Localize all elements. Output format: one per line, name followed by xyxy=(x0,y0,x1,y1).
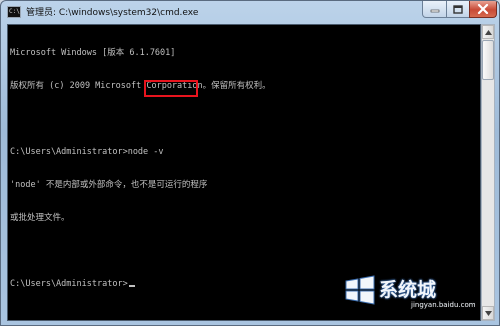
command-highlight-box xyxy=(144,80,198,97)
console-lines: Microsoft Windows [版本 6.1.7601] 版权所有 (c)… xyxy=(10,26,271,312)
console-line: 'node' 不是内部或外部命令，也不是可运行的程序 xyxy=(10,180,208,190)
maximize-button[interactable] xyxy=(446,1,470,18)
watermark-brand: 系统城 xyxy=(379,279,437,301)
close-button[interactable] xyxy=(469,1,497,18)
watermark: 系统城 jingyan.baidu.com xyxy=(341,271,491,321)
arrow-up-icon xyxy=(484,29,492,35)
maximize-icon xyxy=(453,4,463,14)
windows-logo-icon xyxy=(345,275,375,305)
cmd-window: C:\ 管理员: C:\windows\system32\cmd.exe Mic… xyxy=(0,0,500,326)
console-prompt: C:\Users\Administrator> xyxy=(10,279,128,289)
console-line: C:\Users\Administrator>node -v xyxy=(10,147,164,157)
window-title: 管理员: C:\windows\system32\cmd.exe xyxy=(26,8,199,18)
cmd-app-icon[interactable]: C:\ xyxy=(7,6,21,18)
console-line: Microsoft Windows [版本 6.1.7601] xyxy=(10,48,176,58)
minimize-button[interactable] xyxy=(422,1,447,18)
scroll-up-button[interactable] xyxy=(482,25,494,39)
console-line: 版权所有 (c) 2009 Microsoft Corporation。保留所有… xyxy=(10,81,271,91)
close-icon xyxy=(477,4,489,14)
title-bar[interactable]: C:\ 管理员: C:\windows\system32\cmd.exe xyxy=(1,1,499,23)
console-prompt-line[interactable]: C:\Users\Administrator> xyxy=(10,279,271,290)
watermark-url: jingyan.baidu.com xyxy=(411,301,476,309)
scrollbar-thumb[interactable] xyxy=(482,40,494,80)
console-line: 或批处理文件。 xyxy=(10,213,70,223)
text-cursor xyxy=(128,285,135,287)
minimize-icon xyxy=(430,9,439,13)
